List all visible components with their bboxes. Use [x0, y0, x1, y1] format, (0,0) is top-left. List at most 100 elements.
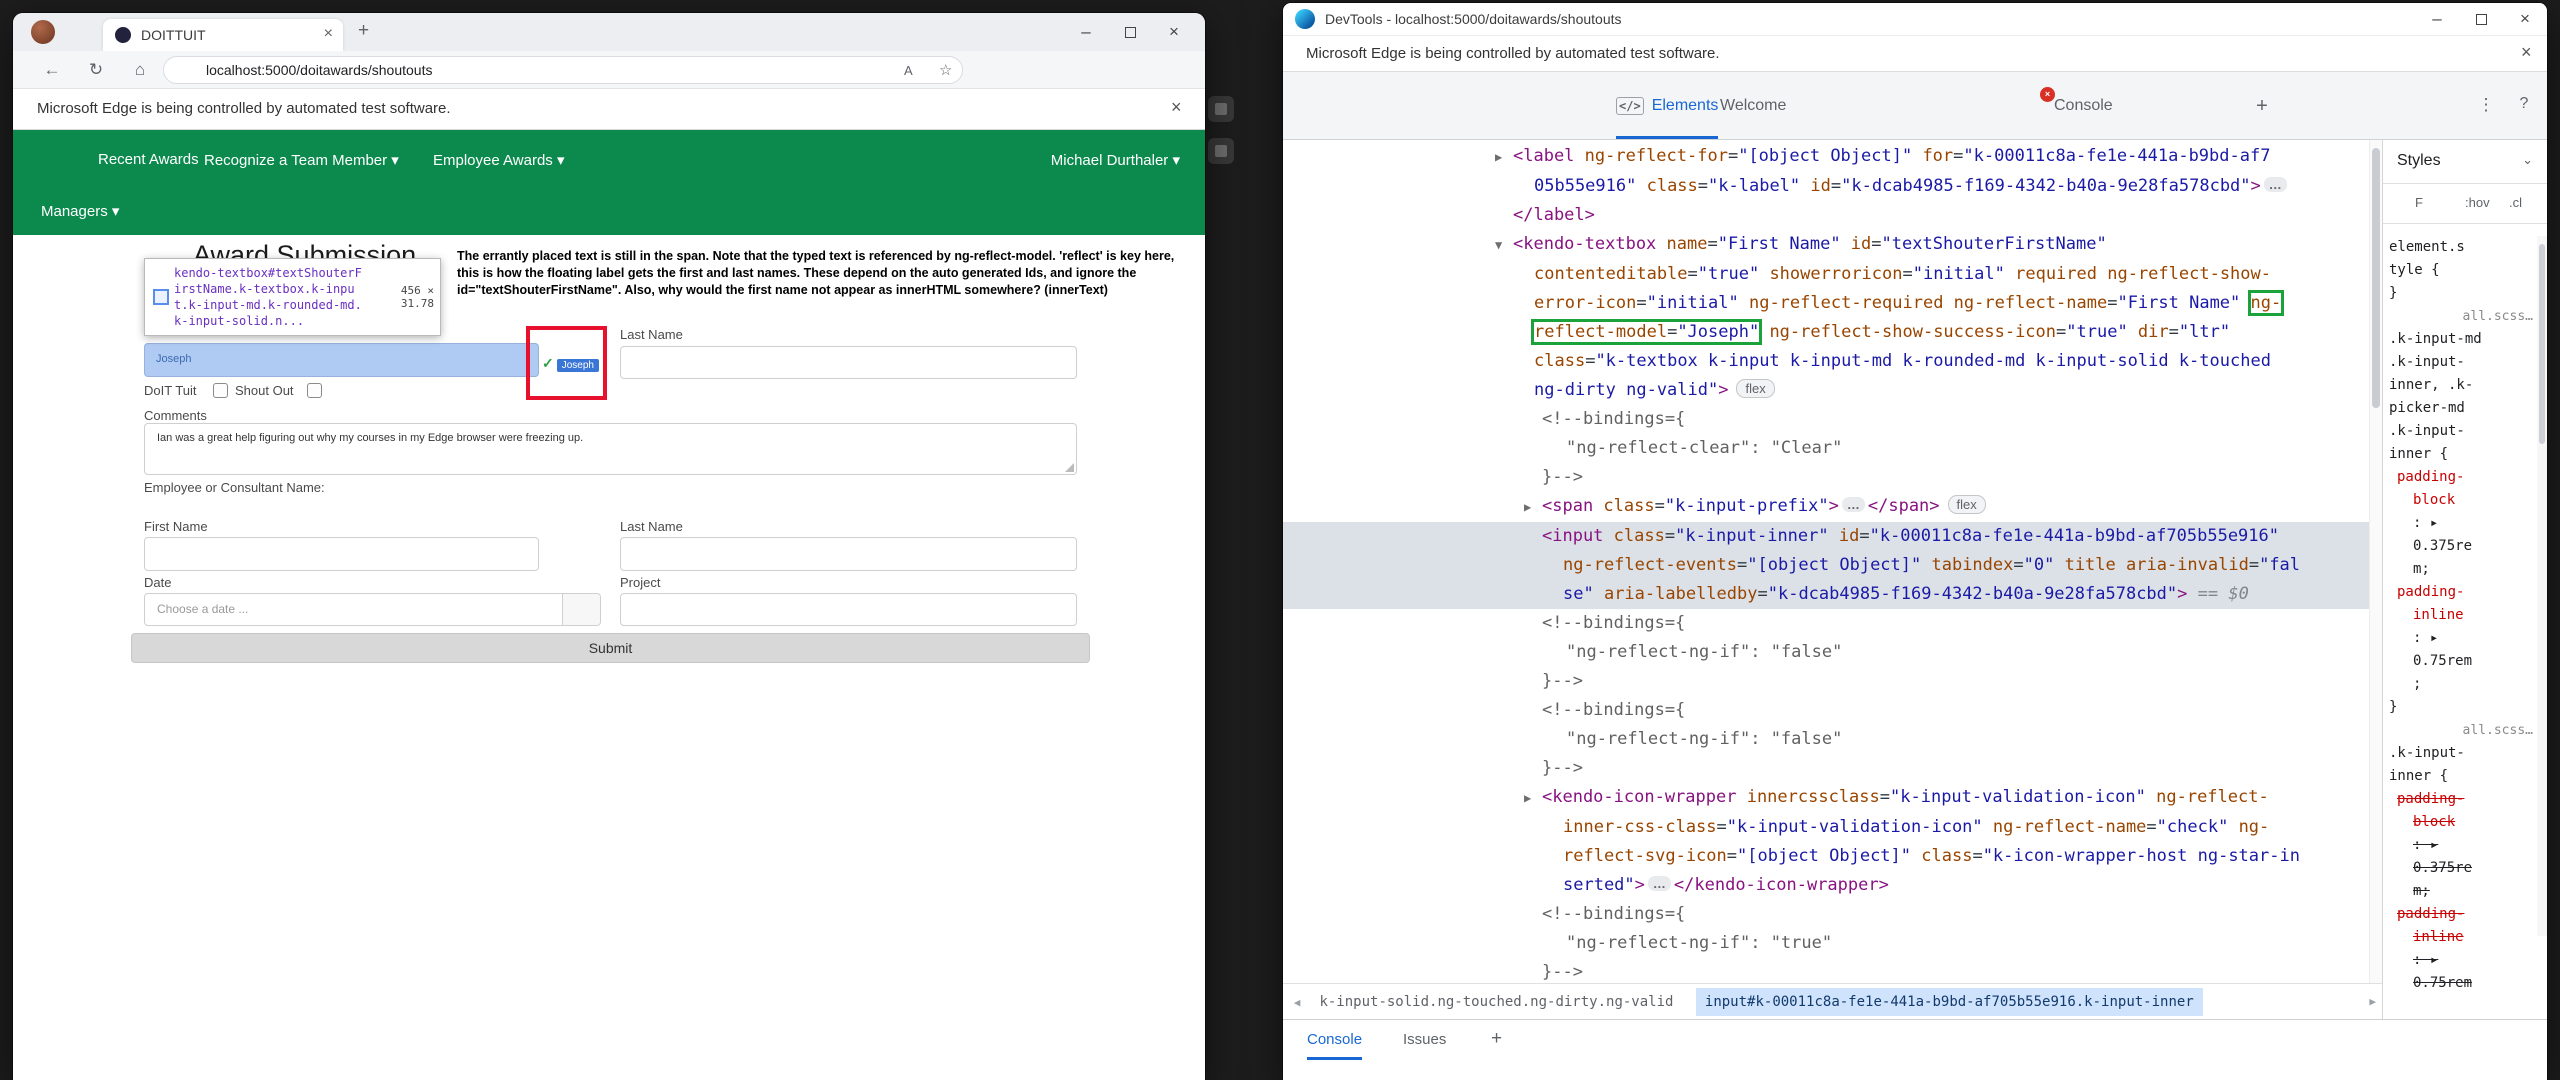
dom-node-line[interactable]: se" aria-labelledby="k-dcab4985-f169-434… — [1283, 580, 2369, 609]
breadcrumb-parent[interactable]: k-input-solid.ng-touched.ng-dirty.ng-val… — [1319, 994, 1673, 1010]
dom-node-line[interactable]: }--> — [1283, 754, 2369, 783]
dom-node-line[interactable]: 05b55e916" class="k-label" id="k-dcab498… — [1283, 172, 2369, 201]
dom-node-line[interactable]: "ng-reflect-ng-if": "true" — [1283, 929, 2369, 958]
breadcrumb-selected[interactable]: input#k-00011c8a-fe1e-441a-b9bd-af705b55… — [1696, 988, 2203, 1016]
style-rule-line[interactable]: picker-md — [2383, 397, 2547, 420]
dom-node-line[interactable]: <!--bindings={ — [1283, 609, 2369, 638]
settings-gear-icon[interactable] — [2129, 95, 2151, 117]
flex-badge[interactable]: flex — [1948, 495, 1986, 514]
inspect-element-icon[interactable] — [1301, 95, 1323, 117]
issues-bug-icon[interactable] — [1951, 95, 1973, 117]
style-rule-line[interactable]: 0.375re — [2383, 535, 2547, 558]
collapse-arrow-icon[interactable]: ▼ — [1495, 231, 1513, 260]
dom-node-line[interactable]: "ng-reflect-ng-if": "false" — [1283, 638, 2369, 667]
flex-badge[interactable]: flex — [1736, 379, 1774, 398]
new-tab-button[interactable]: + — [358, 20, 369, 42]
dom-node-line[interactable]: ng-dirty ng-valid">flex — [1283, 376, 2369, 405]
style-rule-line[interactable]: padding- — [2383, 903, 2547, 926]
employee-first-name-input[interactable] — [144, 537, 539, 571]
style-rule-line[interactable]: m; — [2383, 880, 2547, 903]
expand-inline-button[interactable]: … — [2264, 177, 2287, 192]
style-rule-line[interactable]: inline — [2383, 926, 2547, 949]
dom-node-line[interactable]: "ng-reflect-ng-if": "false" — [1283, 725, 2369, 754]
style-rule-line[interactable]: tyle { — [2383, 259, 2547, 282]
dom-node-line[interactable]: ▼<kendo-textbox name="First Name" id="te… — [1283, 230, 2369, 260]
expand-arrow-icon[interactable]: ▶ — [1524, 784, 1542, 813]
dom-node-line[interactable]: error-icon="initial" ng-reflect-required… — [1283, 289, 2369, 318]
dom-node-line[interactable]: class="k-textbox k-input k-input-md k-ro… — [1283, 347, 2369, 376]
style-rule-line[interactable]: inner { — [2383, 765, 2547, 788]
expand-inline-button[interactable]: … — [1648, 876, 1671, 891]
drawer-tab-issues[interactable]: Issues — [1403, 1020, 1446, 1060]
dom-node-line[interactable]: ▶<kendo-icon-wrapper innercssclass="k-in… — [1283, 783, 2369, 813]
back-button[interactable]: ← — [41, 59, 63, 81]
layers-icon[interactable] — [2191, 95, 2213, 117]
browser-tab[interactable]: DOITTUIT × — [103, 19, 343, 51]
last-name-input[interactable] — [620, 346, 1077, 379]
dom-node-line[interactable]: </label> — [1283, 201, 2369, 230]
nav-managers[interactable]: Managers ▾ — [41, 202, 119, 220]
dom-node-line[interactable]: reflect-model="Joseph" ng-reflect-show-s… — [1283, 318, 2369, 347]
more-tabs-plus-icon[interactable]: + — [2251, 95, 2273, 117]
dom-node-line[interactable]: }--> — [1283, 667, 2369, 696]
devtools-kebab-menu-icon[interactable]: ⋮ — [2475, 95, 2497, 117]
dom-node-line[interactable]: "ng-reflect-clear": "Clear" — [1283, 434, 2369, 463]
stylesheet-link[interactable]: all.scss… — [2383, 305, 2547, 328]
expand-arrow-icon[interactable]: ▶ — [1524, 493, 1542, 522]
styles-filter-input[interactable]: F — [2415, 195, 2423, 210]
maximize-button[interactable] — [1108, 13, 1152, 51]
style-rule-line[interactable]: : ▸ — [2383, 512, 2547, 535]
submit-button[interactable]: Submit — [131, 633, 1090, 663]
style-rule-line[interactable]: padding- — [2383, 581, 2547, 604]
site-logo[interactable] — [38, 141, 74, 177]
styles-scrollbar[interactable] — [2537, 236, 2547, 936]
url-text[interactable]: localhost:5000/doitawards/shoutouts — [206, 62, 432, 78]
dom-node-line[interactable]: <!--bindings={ — [1283, 900, 2369, 929]
dom-node-line[interactable]: <input class="k-input-inner" id="k-00011… — [1283, 522, 2369, 551]
minimize-button[interactable]: – — [1064, 13, 1108, 51]
profile-avatar[interactable] — [31, 20, 55, 44]
style-rule-line[interactable]: .k-input- — [2383, 742, 2547, 765]
dom-node-line[interactable]: inner-css-class="k-input-validation-icon… — [1283, 813, 2369, 842]
workspaces-icon[interactable] — [65, 24, 81, 40]
toggle-hover-state-button[interactable]: :hov — [2465, 195, 2490, 210]
style-rule-line[interactable]: : ▸ — [2383, 949, 2547, 972]
dom-node-line[interactable]: ng-reflect-events="[object Object]" tabi… — [1283, 551, 2369, 580]
style-rule-line[interactable]: 0.75rem — [2383, 972, 2547, 995]
project-input[interactable] — [620, 593, 1077, 626]
background-app-icon-2[interactable] — [1208, 138, 1234, 164]
user-menu[interactable]: Michael Durthaler ▾ — [782, 151, 1180, 169]
dom-node-line[interactable]: ▶<label ng-reflect-for="[object Object]"… — [1283, 142, 2369, 172]
style-rule-line[interactable]: ; — [2383, 673, 2547, 696]
date-picker-button[interactable] — [563, 593, 601, 626]
style-rule-line[interactable]: } — [2383, 282, 2547, 305]
drawer-layout-icon[interactable] — [2463, 1030, 2485, 1052]
first-name-input-highlighted[interactable]: Joseph — [144, 343, 539, 377]
focus-mode-icon[interactable] — [1401, 95, 1423, 117]
styles-collapse-chevron-icon[interactable]: ⌄ — [2522, 152, 2533, 168]
devtools-help-icon[interactable]: ? — [2513, 95, 2535, 117]
refresh-button[interactable]: ↻ — [85, 59, 107, 81]
comments-textarea[interactable]: Ian was a great help figuring out why my… — [144, 423, 1077, 475]
close-button[interactable]: × — [1152, 13, 1196, 51]
dom-node-line[interactable]: reflect-svg-icon="[object Object]" class… — [1283, 842, 2369, 871]
style-rule-line[interactable]: block — [2383, 489, 2547, 512]
devtools-minimize-button[interactable]: – — [2415, 3, 2459, 38]
devtools-maximize-button[interactable] — [2459, 3, 2503, 38]
read-aloud-icon[interactable]: A — [904, 63, 922, 81]
resize-grip-icon[interactable] — [1065, 463, 1074, 472]
style-rule-line[interactable]: block — [2383, 811, 2547, 834]
shout-out-checkbox[interactable] — [307, 383, 322, 398]
style-rule-line[interactable]: inner, .k- — [2383, 374, 2547, 397]
style-rule-line[interactable]: inner { — [2383, 443, 2547, 466]
nav-employee-awards[interactable]: Employee Awards ▾ — [433, 151, 564, 169]
favorites-star-icon[interactable]: ☆ — [939, 61, 957, 79]
style-rule-line[interactable]: element.s — [2383, 236, 2547, 259]
network-conditions-icon[interactable] — [2007, 95, 2029, 117]
style-rule-line[interactable]: padding- — [2383, 788, 2547, 811]
style-rule-line[interactable]: : ▸ — [2383, 834, 2547, 857]
date-input[interactable]: Choose a date ... — [144, 593, 563, 626]
style-rule-line[interactable]: : ▸ — [2383, 627, 2547, 650]
style-rule-line[interactable]: 0.375re — [2383, 857, 2547, 880]
crumbs-scroll-right-icon[interactable]: ▶ — [2369, 984, 2376, 1020]
